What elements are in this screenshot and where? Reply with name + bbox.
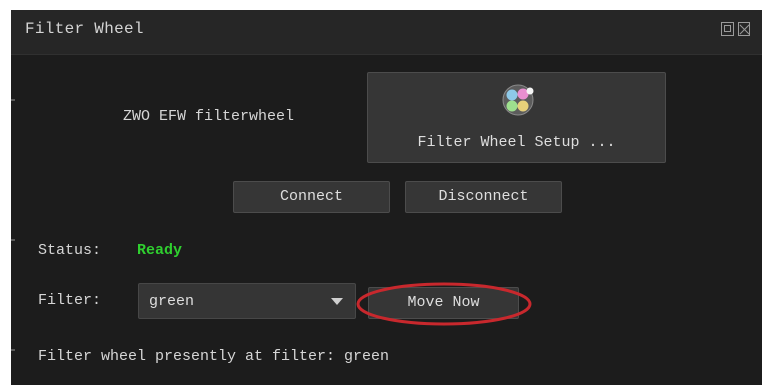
filter-select[interactable]: green [138,283,356,319]
panel-title: Filter Wheel [25,20,144,38]
filter-select-value: green [149,293,195,310]
side-divider-mark [11,99,15,101]
connect-button[interactable]: Connect [233,181,390,213]
filter-wheel-setup-button[interactable]: Filter Wheel Setup ... [367,72,666,163]
filter-label: Filter: [38,292,102,309]
move-now-button[interactable]: Move Now [368,287,519,319]
status-label: Status: [38,242,102,259]
side-divider-mark [11,349,15,351]
close-window-icon[interactable] [738,22,750,36]
device-name-label: ZWO EFW filterwheel [123,108,295,125]
float-window-icon[interactable] [721,22,734,36]
setup-button-label: Filter Wheel Setup ... [417,134,616,151]
filter-wheel-panel: Filter Wheel ZWO EFW filterwheel Filter … [11,10,762,385]
disconnect-button[interactable]: Disconnect [405,181,562,213]
status-value: Ready [137,242,183,259]
side-divider-mark [11,239,15,241]
filter-position-message: Filter wheel presently at filter: green [38,348,390,365]
filter-wheel-icon [502,84,534,116]
panel-titlebar: Filter Wheel [11,10,762,55]
chevron-down-icon[interactable] [331,298,343,305]
